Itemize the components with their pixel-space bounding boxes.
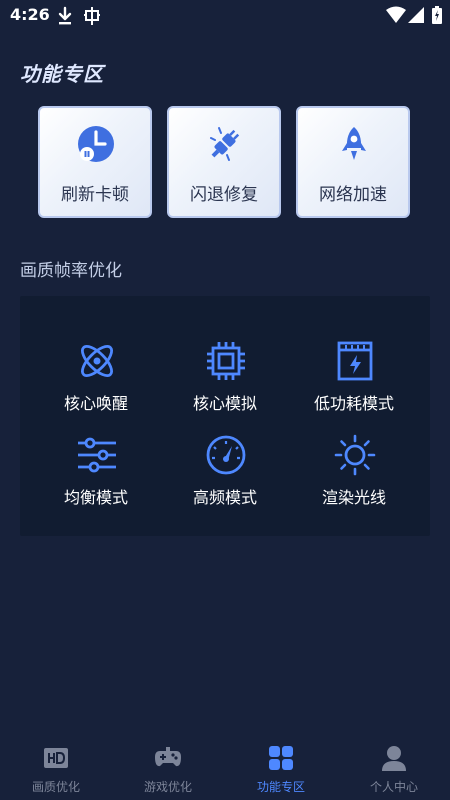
feature-card-crash-fix[interactable]: 闪退修复 (167, 106, 281, 218)
nav-item-game[interactable]: 游戏优化 (112, 736, 224, 800)
gamepad-icon (155, 747, 181, 767)
feature-label: 网络加速 (319, 185, 387, 205)
nav-label: 个人中心 (369, 780, 418, 794)
grid-icon (269, 746, 293, 770)
nav-item-profile[interactable]: 个人中心 (338, 736, 450, 800)
feature-card-refresh[interactable]: 刷新卡顿 (38, 106, 152, 218)
nav-label: 功能专区 (256, 780, 305, 794)
status-time: 4:26 (10, 5, 50, 24)
feature-label: 闪退修复 (190, 185, 258, 205)
option-label: 核心唤醒 (63, 394, 128, 413)
nav-item-quality[interactable]: 画质优化 (0, 736, 112, 800)
nav-label: 游戏优化 (143, 780, 192, 794)
clock-icon (78, 126, 114, 162)
app-screen: 4:26 功能专区 刷新卡顿 闪退修复 网络加速 画质帧率优化 核心唤醒 核心模… (0, 0, 450, 800)
status-bar: 4:26 (0, 0, 450, 32)
feature-card-network[interactable]: 网络加速 (296, 106, 410, 218)
option-core-sim[interactable]: 核心模拟 (157, 340, 293, 420)
option-label: 低功耗模式 (313, 394, 394, 413)
sliders-icon (78, 437, 116, 473)
nav-label: 画质优化 (31, 780, 80, 794)
feature-label: 刷新卡顿 (61, 185, 129, 205)
option-high-freq[interactable]: 高频模式 (157, 434, 293, 514)
option-core-wake[interactable]: 核心唤醒 (28, 340, 164, 420)
option-low-power[interactable]: 低功耗模式 (286, 340, 422, 420)
sun-icon (334, 434, 376, 476)
optimize-panel: 核心唤醒 核心模拟 低功耗模式 均衡模式 高频模式 渲染光线 (20, 296, 430, 536)
section-subtitle: 画质帧率优化 (20, 261, 122, 281)
option-label: 渲染光线 (321, 488, 386, 507)
battery-bolt-icon (337, 341, 373, 381)
gauge-icon (206, 435, 246, 475)
signal-icon (408, 6, 424, 28)
bottom-nav: 画质优化 游戏优化 功能专区 个人中心 (0, 736, 450, 800)
user-icon (382, 746, 406, 771)
plug-icon (210, 127, 240, 161)
download-icon (56, 6, 74, 30)
atom-icon (81, 345, 113, 377)
chip-icon (207, 342, 245, 380)
option-label: 均衡模式 (63, 488, 128, 507)
rocket-icon (342, 127, 366, 160)
bug-icon (82, 6, 102, 30)
page-title: 功能专区 (20, 62, 104, 86)
nav-item-features[interactable]: 功能专区 (225, 736, 337, 800)
option-balanced[interactable]: 均衡模式 (28, 434, 164, 514)
option-label: 核心模拟 (192, 394, 257, 413)
wifi-icon (386, 6, 406, 28)
hd-icon (44, 748, 68, 768)
option-render-light[interactable]: 渲染光线 (286, 434, 422, 514)
option-label: 高频模式 (192, 488, 257, 507)
battery-icon (432, 6, 442, 28)
